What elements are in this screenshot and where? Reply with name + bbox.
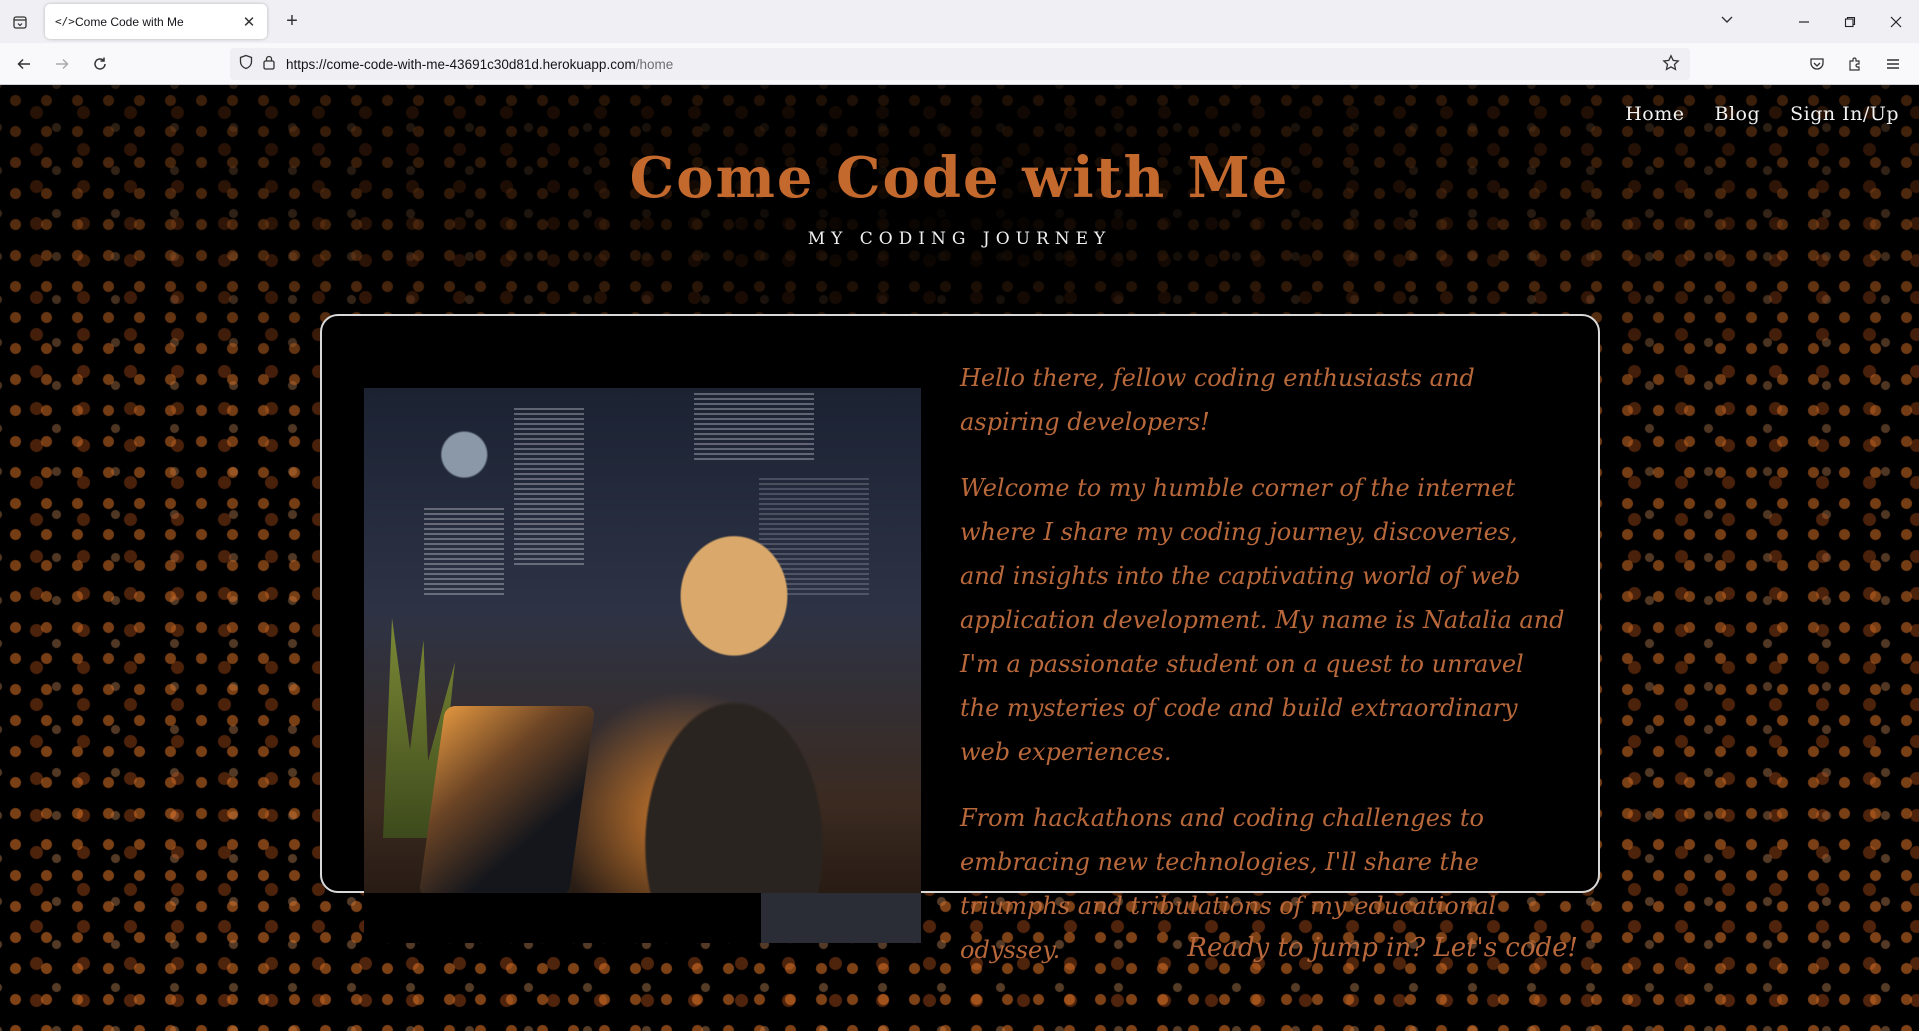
close-icon[interactable]: ✕ — [241, 13, 257, 31]
url-path: /home — [635, 56, 674, 72]
reload-icon[interactable] — [85, 49, 114, 78]
browser-nav-bar: https://come-code-with-me-43691c30d81d.h… — [0, 43, 1919, 85]
url-domain: https://come-code-with-me-43691c30d81d.h… — [286, 56, 636, 72]
url-text[interactable]: https://come-code-with-me-43691c30d81d.h… — [286, 57, 673, 72]
page-content: Home Blog Sign In/Up Come Code with Me M… — [0, 85, 1919, 1031]
browser-tab-bar: </> Come Code with Me ✕ + — [0, 0, 1919, 43]
toolbar-actions — [1801, 48, 1909, 80]
back-icon[interactable] — [9, 49, 38, 78]
site-subtitle: MY CODING JOURNEY — [807, 229, 1112, 249]
code-icon: </> — [55, 15, 75, 28]
nav-link-home[interactable]: Home — [1625, 103, 1684, 125]
restore-icon[interactable] — [1827, 0, 1873, 43]
window-controls — [1781, 0, 1919, 43]
extensions-icon[interactable] — [1839, 48, 1871, 80]
site-nav: Home Blog Sign In/Up — [1625, 103, 1899, 125]
intro-text: Hello there, fellow coding enthusiasts a… — [960, 356, 1570, 994]
pocket-icon[interactable] — [1801, 48, 1833, 80]
call-to-action: Ready to jump in? Let's code! — [1187, 933, 1578, 963]
minimize-icon[interactable] — [1781, 0, 1827, 43]
tab-list-icon[interactable] — [0, 0, 40, 43]
hero-illustration — [364, 388, 921, 943]
forward-icon[interactable] — [47, 49, 76, 78]
bookmark-star-icon[interactable] — [1662, 54, 1680, 77]
chevron-down-icon[interactable] — [1720, 12, 1734, 29]
nav-link-blog[interactable]: Blog — [1715, 103, 1761, 125]
tab-title: Come Code with Me — [75, 14, 184, 29]
browser-tab[interactable]: </> Come Code with Me ✕ — [45, 4, 267, 39]
site-title: Come Code with Me — [629, 145, 1290, 211]
close-window-icon[interactable] — [1873, 0, 1919, 43]
intro-card: Hello there, fellow coding enthusiasts a… — [320, 314, 1600, 964]
new-tab-icon[interactable]: + — [280, 9, 304, 33]
lock-icon[interactable] — [262, 54, 276, 75]
nav-link-sign-in[interactable]: Sign In/Up — [1790, 103, 1899, 125]
intro-paragraph: Hello there, fellow coding enthusiasts a… — [960, 364, 1475, 436]
url-bar[interactable]: https://come-code-with-me-43691c30d81d.h… — [230, 48, 1690, 80]
menu-icon[interactable] — [1877, 48, 1909, 80]
intro-paragraph: Welcome to my humble corner of the inter… — [960, 474, 1565, 766]
shield-icon[interactable] — [238, 54, 254, 75]
